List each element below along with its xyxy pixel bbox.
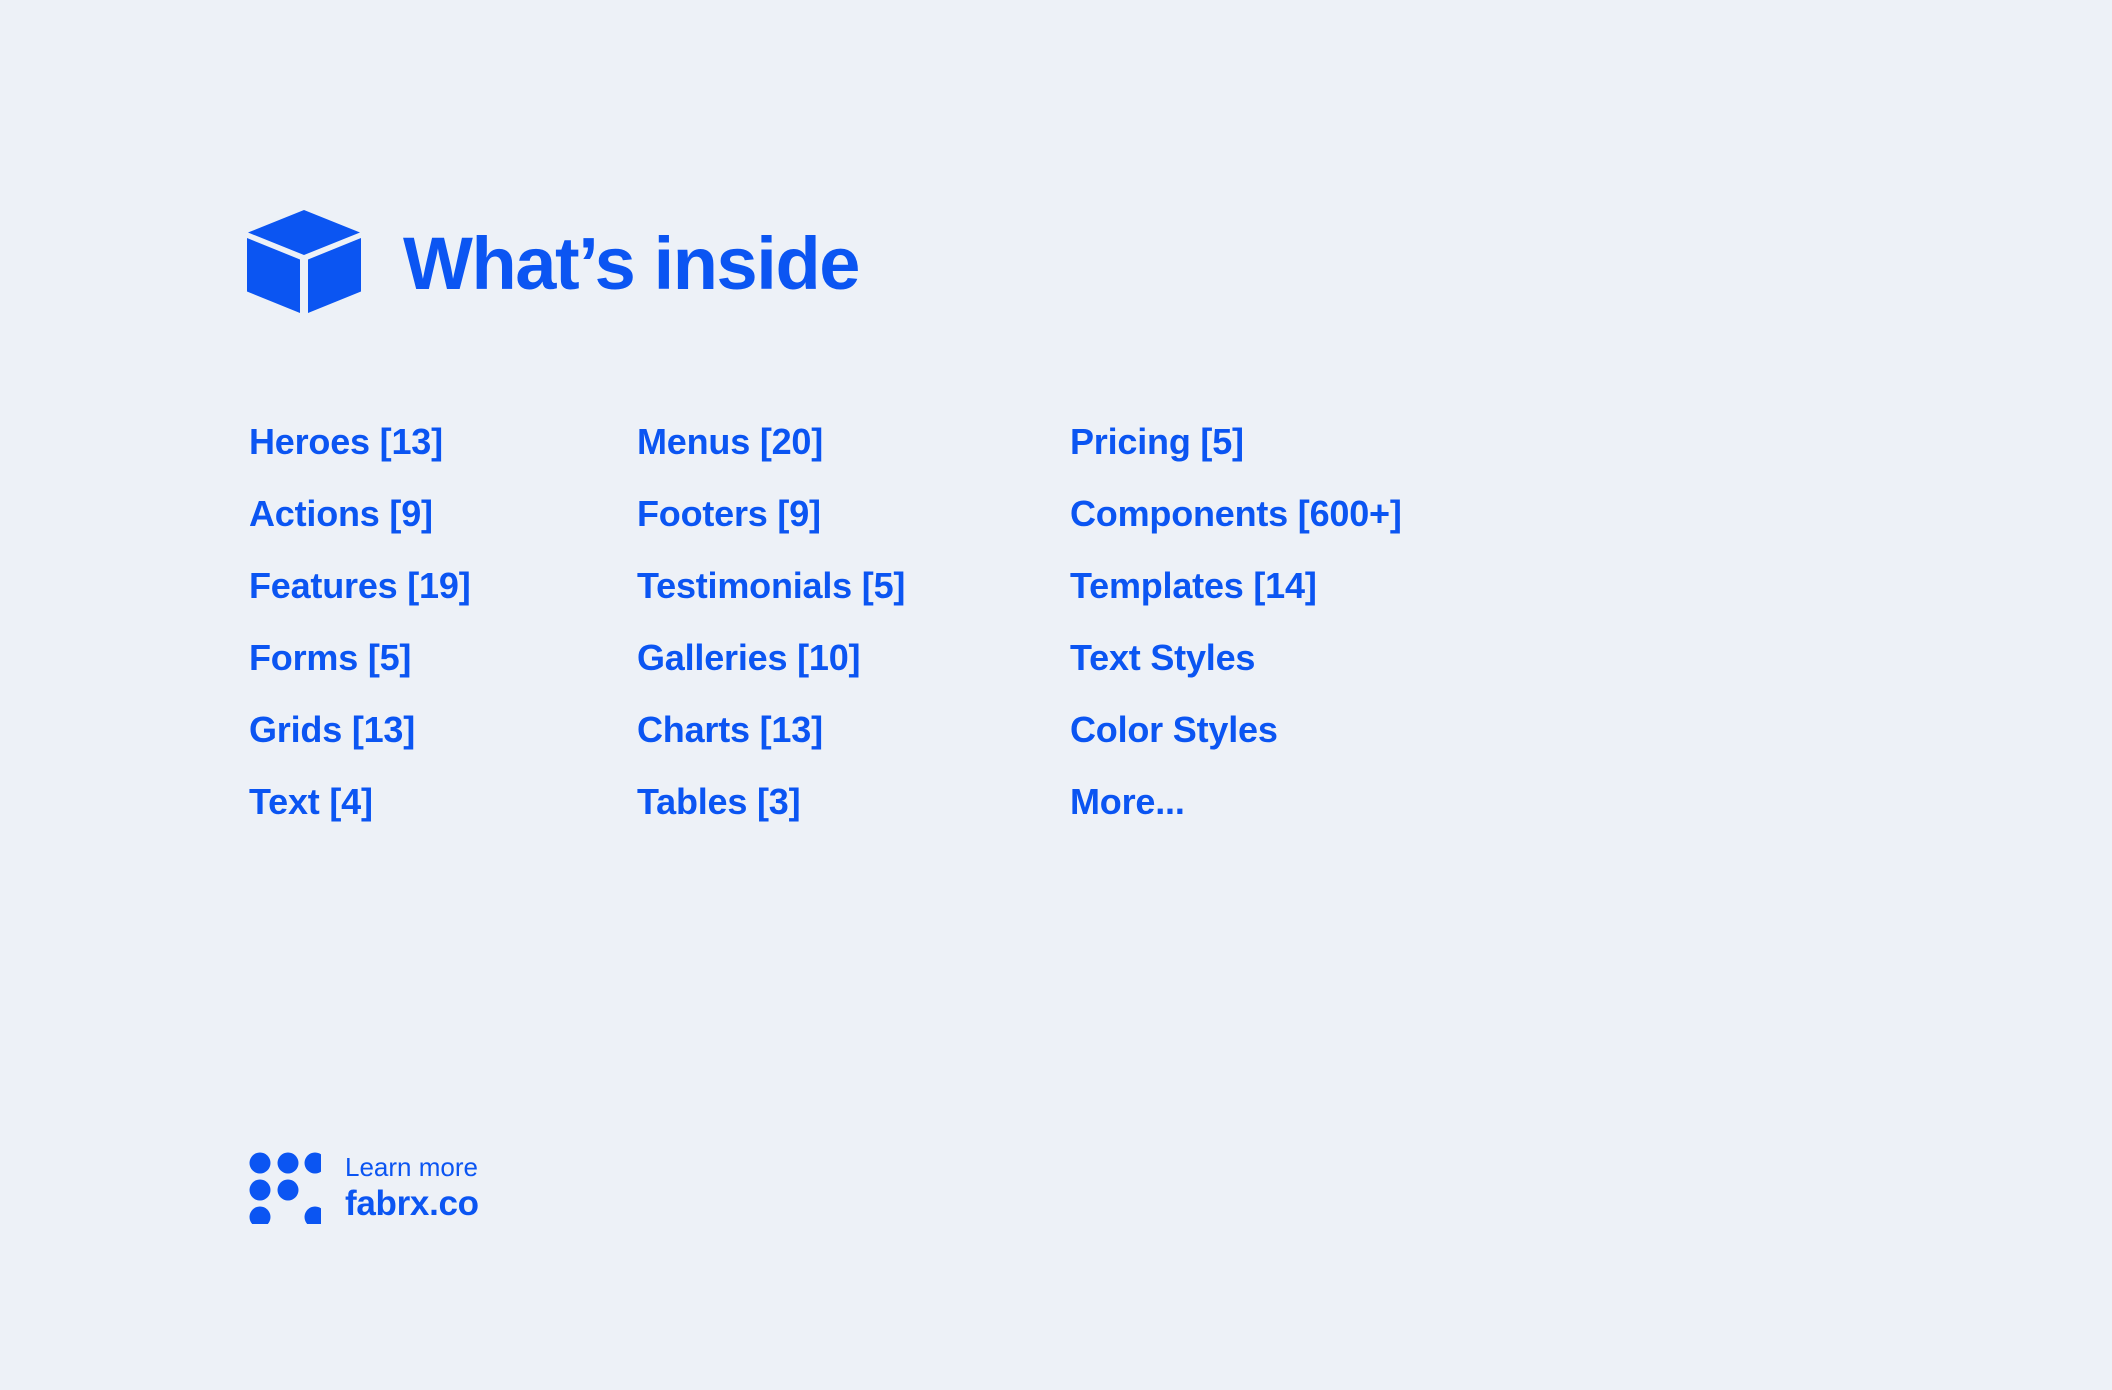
category-link-components[interactable]: Components [600+]: [1070, 478, 1540, 550]
category-link-text-styles[interactable]: Text Styles: [1070, 622, 1540, 694]
poster-canvas: What’s inside Heroes [13] Actions [9] Fe…: [0, 0, 2112, 1390]
footer-brand[interactable]: Learn more fabrx.co: [249, 1152, 479, 1224]
category-link-more[interactable]: More...: [1070, 766, 1540, 838]
category-link-menus[interactable]: Menus [20]: [637, 406, 1070, 478]
category-link-templates[interactable]: Templates [14]: [1070, 550, 1540, 622]
category-columns: Heroes [13] Actions [9] Features [19] Fo…: [249, 406, 1540, 838]
category-column-3: Pricing [5] Components [600+] Templates …: [1070, 406, 1540, 838]
category-link-footers[interactable]: Footers [9]: [637, 478, 1070, 550]
category-link-color-styles[interactable]: Color Styles: [1070, 694, 1540, 766]
cube-icon: [247, 210, 361, 313]
dot-grid-icon: [249, 1152, 321, 1224]
brand-domain-link[interactable]: fabrx.co: [345, 1184, 479, 1224]
category-link-heroes[interactable]: Heroes [13]: [249, 406, 637, 478]
learn-more-label: Learn more: [345, 1151, 478, 1182]
category-link-tables[interactable]: Tables [3]: [637, 766, 1070, 838]
category-column-2: Menus [20] Footers [9] Testimonials [5] …: [637, 406, 1070, 838]
header: What’s inside: [247, 210, 860, 314]
brand-text: Learn more fabrx.co: [345, 1151, 479, 1224]
category-link-testimonials[interactable]: Testimonials [5]: [637, 550, 1070, 622]
category-link-charts[interactable]: Charts [13]: [637, 694, 1070, 766]
category-link-grids[interactable]: Grids [13]: [249, 694, 637, 766]
page-title: What’s inside: [403, 222, 860, 305]
category-column-1: Heroes [13] Actions [9] Features [19] Fo…: [249, 406, 637, 838]
category-link-text[interactable]: Text [4]: [249, 766, 637, 838]
category-link-forms[interactable]: Forms [5]: [249, 622, 637, 694]
category-link-galleries[interactable]: Galleries [10]: [637, 622, 1070, 694]
category-link-pricing[interactable]: Pricing [5]: [1070, 406, 1540, 478]
category-link-actions[interactable]: Actions [9]: [249, 478, 637, 550]
category-link-features[interactable]: Features [19]: [249, 550, 637, 622]
